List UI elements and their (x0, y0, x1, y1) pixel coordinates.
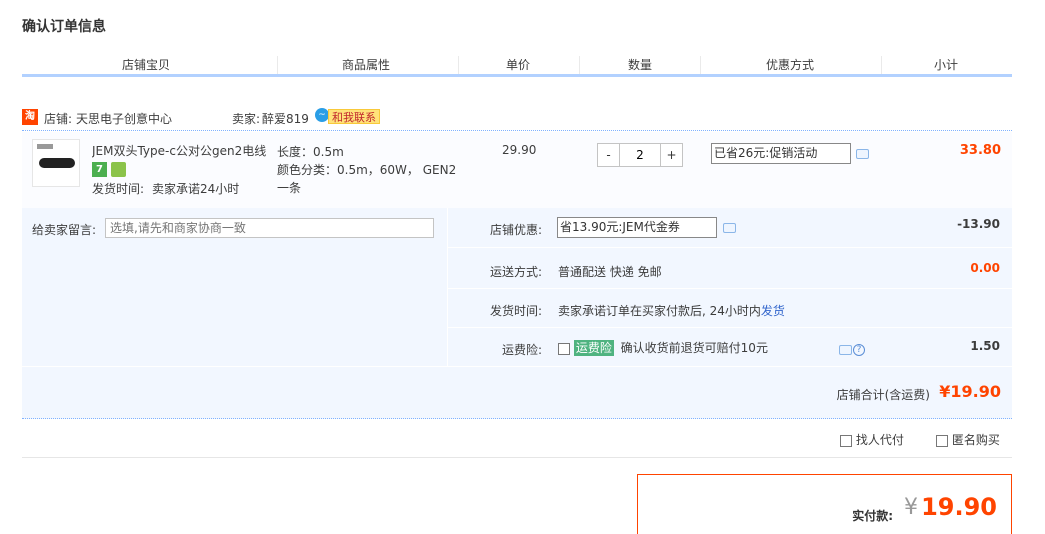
order-extra-options: 找人代付 匿名购买 (22, 420, 1012, 458)
insurance-row: 运费险: 运费险 确认收货前退货可赔付10元 ? 1.50 (448, 329, 1012, 366)
unit-price: 29.90 (502, 143, 537, 157)
promo-comment-icon[interactable] (856, 149, 869, 159)
seller-name-link[interactable]: 醉爱819 (262, 110, 309, 127)
quantity-stepper: - + (597, 143, 683, 167)
help-icon[interactable]: ? (853, 344, 865, 356)
message-panel: 给卖家留言: (22, 208, 447, 366)
qty-increase-button[interactable]: + (660, 144, 682, 166)
item-subtotal: 33.80 (959, 143, 1001, 158)
shop-total-label: 店铺合计(含运费) (836, 388, 930, 402)
wangwang-icon[interactable]: ~ (315, 108, 329, 122)
payment-label: 实付款: (852, 509, 893, 523)
attr-color-cont: 一条 (277, 181, 302, 195)
page-title: 确认订单信息 (22, 19, 106, 35)
shop-discount-label: 店铺优惠: (489, 223, 542, 237)
col-quantity: 数量 (628, 58, 653, 72)
contact-seller-button[interactable]: 和我联系 (328, 109, 380, 124)
anonymous-checkbox[interactable] (936, 434, 948, 447)
delivery-link[interactable]: 发货 (761, 304, 785, 318)
insurance-tag: 运费险 (573, 340, 614, 356)
insurance-checkbox[interactable] (558, 342, 570, 355)
insurance-comment-icon[interactable] (839, 345, 852, 355)
shipping-label: 运送方式: (489, 265, 542, 279)
col-divider (579, 56, 580, 74)
delivery-row: 发货时间: 卖家承诺订单在买家付款后, 24小时内发货 (448, 290, 1012, 328)
delivery-label: 发货时间: (489, 304, 542, 318)
shop-row: 淘 店铺: 天思电子创意中心 卖家: 醉爱819 ~ 和我联系 (22, 107, 1012, 131)
payment-amount: 19.90 (921, 493, 997, 521)
coupon-select[interactable]: 省13.90元:JEM代金券 (557, 217, 717, 238)
col-divider (277, 56, 278, 74)
qty-decrease-button[interactable]: - (598, 144, 620, 166)
seven-day-return-icon: 7 (92, 162, 107, 177)
message-input[interactable] (105, 218, 434, 238)
shipping-value: 普通配送 快递 免邮 (558, 265, 662, 279)
insurance-label: 运费险: (501, 343, 542, 357)
qty-input[interactable] (620, 144, 660, 166)
product-title-link[interactable]: JEM双头Type-c公对公gen2电线 (92, 142, 267, 159)
insurance-options: 运费险 确认收货前退货可赔付10元 (558, 339, 768, 356)
payment-currency: ¥ (904, 495, 918, 520)
coupon-comment-icon[interactable] (723, 223, 736, 233)
shop-discount-amount: -13.90 (957, 217, 1000, 231)
col-divider (458, 56, 459, 74)
attr-color: 颜色分类：0.5m，60W， GEN2 (277, 163, 457, 177)
ship-time-label: 发货时间: (92, 182, 145, 196)
shop-name-link[interactable]: 天思电子创意中心 (76, 110, 172, 127)
pay-for-me-label: 找人代付 (855, 433, 904, 447)
seller-label-text: 卖家: (232, 112, 261, 126)
shop-total-row: 店铺合计(含运费) ¥19.90 (22, 367, 1012, 419)
thumbnail-tag (37, 144, 53, 149)
anonymous-label: 匿名购买 (951, 433, 1000, 447)
taobao-shop-icon: 淘 (22, 109, 38, 125)
order-options-panel: 店铺优惠: 省13.90元:JEM代金券 -13.90 运送方式: 普通配送 快… (448, 208, 1012, 366)
col-discount: 优惠方式 (766, 58, 815, 72)
cable-image (39, 158, 75, 168)
shop-total-value: ¥19.90 (939, 382, 1001, 401)
col-shop-item: 店铺宝贝 (122, 58, 171, 72)
col-divider (700, 56, 701, 74)
payment-summary: 实付款: ¥ 19.90 (637, 474, 1012, 534)
delivery-text: 卖家承诺订单在买家付款后, 24小时内 (558, 304, 761, 318)
anonymous-option[interactable]: 匿名购买 (936, 431, 1000, 448)
promo-select[interactable]: 已省26元:促销活动 (711, 143, 851, 164)
column-header: 店铺宝贝 商品属性 单价 数量 优惠方式 小计 (22, 53, 1012, 77)
product-thumbnail[interactable] (32, 139, 80, 187)
delivery-value: 卖家承诺订单在买家付款后, 24小时内发货 (558, 302, 785, 319)
guarantee-icon (111, 162, 126, 177)
shipping-amount: 0.00 (970, 261, 1000, 275)
ship-time-value: 卖家承诺24小时 (152, 182, 240, 196)
shop-name-label: 店铺: (44, 112, 73, 126)
pay-for-me-checkbox[interactable] (840, 434, 852, 447)
pay-for-me-option[interactable]: 找人代付 (840, 431, 904, 448)
order-item-row: JEM双头Type-c公对公gen2电线 7 发货时间: 卖家承诺24小时 长度… (22, 132, 1012, 208)
col-attributes: 商品属性 (342, 58, 391, 72)
attr-length: 长度：0.5m (277, 145, 344, 159)
message-label: 给卖家留言: (32, 223, 97, 237)
col-unit-price: 单价 (506, 58, 531, 72)
col-subtotal: 小计 (934, 58, 959, 72)
insurance-amount: 1.50 (970, 339, 1000, 353)
shop-discount-row: 店铺优惠: 省13.90元:JEM代金券 -13.90 (448, 208, 1012, 248)
shipping-row: 运送方式: 普通配送 快递 免邮 0.00 (448, 249, 1012, 289)
col-divider (881, 56, 882, 74)
insurance-desc: 确认收货前退货可赔付10元 (620, 341, 768, 355)
